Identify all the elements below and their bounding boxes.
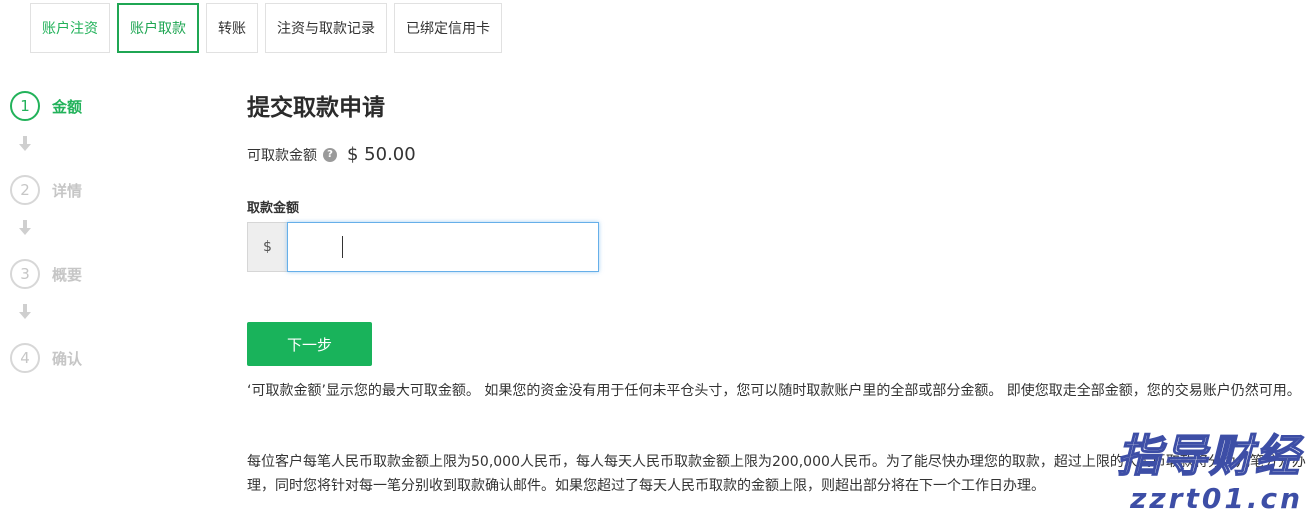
- arrow-down-icon: [10, 122, 40, 174]
- withdraw-amount-input[interactable]: [287, 222, 599, 272]
- step-confirm: 4 确认: [10, 342, 82, 374]
- info-paragraph-limits: 每位客户每笔人民币取款金额上限为50,000人民币，每人每天人民币取款金额上限为…: [247, 454, 1306, 494]
- withdraw-amount-group: $: [247, 222, 599, 272]
- step-label: 详情: [52, 181, 83, 200]
- step-label: 确认: [52, 349, 83, 368]
- arrow-down-icon: [10, 206, 40, 258]
- text-caret: [342, 236, 343, 258]
- step-number: 2: [10, 175, 40, 205]
- tab-deposit[interactable]: 账户注资: [30, 3, 110, 53]
- tab-transfer[interactable]: 转账: [206, 3, 258, 53]
- step-label: 金额: [52, 97, 83, 116]
- step-number: 3: [10, 259, 40, 289]
- tab-withdraw[interactable]: 账户取款: [117, 3, 199, 53]
- next-step-button[interactable]: 下一步: [247, 322, 372, 366]
- help-icon[interactable]: ?: [323, 147, 337, 162]
- tab-credit-cards[interactable]: 已绑定信用卡: [394, 3, 502, 53]
- arrow-down-icon: [10, 290, 40, 342]
- step-number: 1: [10, 91, 40, 121]
- step-amount: 1 金额: [10, 90, 82, 122]
- available-amount-value: $ 50.00: [347, 144, 416, 165]
- page-title: 提交取款申请: [247, 95, 385, 121]
- step-number: 4: [10, 343, 40, 373]
- step-label: 概要: [52, 265, 83, 284]
- tab-history[interactable]: 注资与取款记录: [265, 3, 387, 53]
- step-summary: 3 概要: [10, 258, 82, 290]
- tab-bar: 账户注资 账户取款 转账 注资与取款记录 已绑定信用卡: [30, 3, 509, 53]
- info-paragraph-available: ‘可取款金额’显示您的最大可取金额。 如果您的资金没有用于任何未平仓头寸，您可以…: [247, 383, 1301, 399]
- withdraw-amount-label: 取款金额: [247, 201, 300, 216]
- available-amount-row: 可取款金额 ? $ 50.00: [247, 144, 416, 165]
- currency-addon: $: [247, 222, 287, 272]
- step-details: 2 详情: [10, 174, 82, 206]
- step-indicator: 1 金额 2 详情 3 概要 4 确认: [10, 90, 82, 374]
- available-amount-label: 可取款金额: [247, 147, 317, 164]
